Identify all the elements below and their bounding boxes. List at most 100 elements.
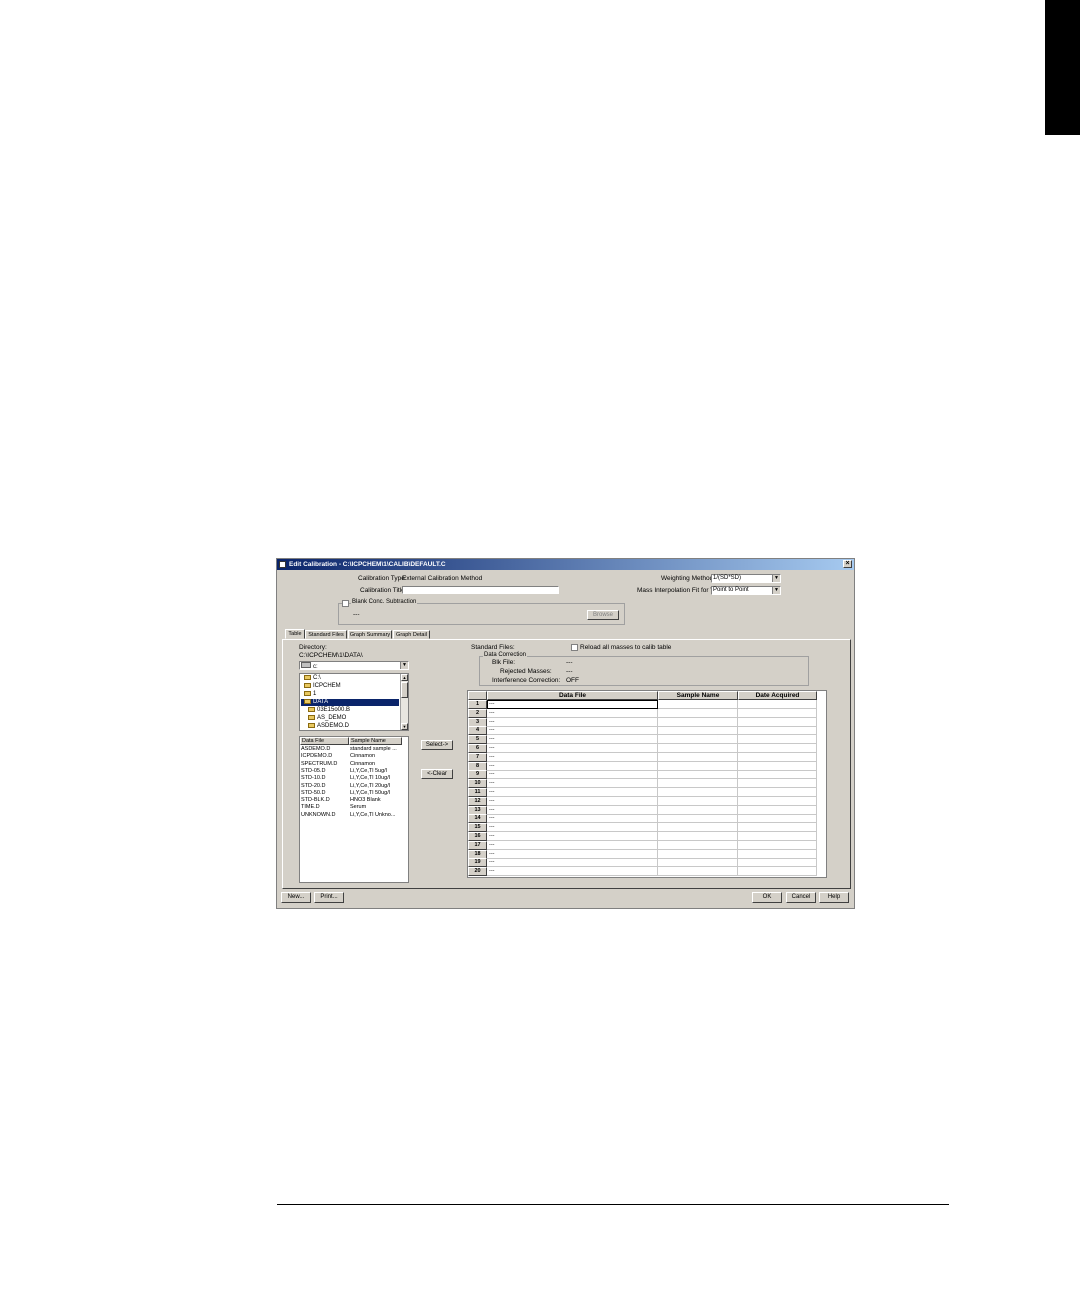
clear-button[interactable]: <-Clear [421,769,453,779]
grid-cell[interactable]: --- [487,708,658,718]
grid-cell[interactable]: --- [487,796,658,806]
grid-cell[interactable] [658,744,738,753]
file-list-sample-name[interactable]: Li,Y,Ce,Tl 5ug/l [350,768,405,775]
grid-cell[interactable]: --- [487,761,658,771]
grid-cell[interactable] [738,708,817,718]
grid-cell[interactable] [738,823,817,833]
file-list-sample-name[interactable]: Cinnamon [350,761,405,768]
file-list-sample-name[interactable]: standard sample ... [350,746,405,753]
grid-cell[interactable]: --- [487,779,658,789]
grid-cell[interactable] [658,708,738,718]
grid-row-number[interactable]: 8 [468,761,487,771]
grid-row-number[interactable]: 16 [468,832,487,841]
grid-cell[interactable] [738,752,817,762]
tree-item[interactable]: 1 [304,691,316,698]
grid-cell[interactable]: --- [487,858,658,868]
grid-cell[interactable] [658,840,738,850]
file-list-data-file[interactable]: TIME.D [301,804,349,811]
tree-item[interactable]: C:\ [304,675,321,682]
grid-row-number[interactable]: 18 [468,849,487,859]
file-list-sample-name[interactable]: Cinnamon [350,753,405,760]
grid-cell[interactable]: --- [487,752,658,762]
grid-cell[interactable] [738,867,817,877]
print-button[interactable]: Print... [314,892,344,903]
file-list-data-file[interactable]: UNKNOWN.D [301,812,349,819]
grid-cell[interactable]: --- [487,717,658,727]
file-list-data-file[interactable]: STD-05.D [301,768,349,775]
grid-cell[interactable] [738,700,817,709]
file-col-header-sample-name[interactable]: Sample Name [349,737,402,745]
file-list-sample-name[interactable]: Li,Y,Ce,Tl 20ug/l [350,783,405,790]
grid-cell[interactable]: --- [487,744,658,753]
grid-col-data-file[interactable]: Data File [487,691,658,700]
scroll-thumb[interactable] [401,682,408,698]
grid-cell[interactable]: --- [487,832,658,841]
grid-cell[interactable]: --- [487,788,658,797]
tree-item[interactable]: 03E15o00.B [308,707,350,714]
grid-cell[interactable] [658,867,738,877]
grid-row-number[interactable]: 3 [468,717,487,727]
grid-cell[interactable] [738,770,817,780]
file-list-data-file[interactable]: STD-BLK.D [301,797,349,804]
tree-item-selected[interactable]: DATA [301,699,399,706]
grid-cell[interactable] [658,779,738,789]
grid-row-number[interactable]: 1 [468,700,487,709]
select-button[interactable]: Select-> [421,740,453,750]
grid-cell[interactable] [738,858,817,868]
grid-row-number[interactable]: 4 [468,726,487,736]
grid-row-number[interactable]: 12 [468,796,487,806]
file-list-data-file[interactable]: ICPDEMO.D [301,753,349,760]
file-list-sample-name[interactable]: Li,Y,Ce,Tl 10ug/l [350,775,405,782]
file-list-sample-name[interactable]: Li,Y,Ce,Tl 50ug/l [350,790,405,797]
grid-cell[interactable] [658,849,738,859]
grid-row-number[interactable]: 15 [468,823,487,833]
grid-cell[interactable]: --- [487,700,658,709]
grid-cell[interactable] [658,832,738,841]
drive-select[interactable]: c: ▼ [299,661,409,670]
grid-cell[interactable]: --- [487,823,658,833]
grid-row-number[interactable]: 19 [468,858,487,868]
grid-cell[interactable] [658,823,738,833]
grid-cell[interactable] [658,752,738,762]
grid-cell[interactable] [658,770,738,780]
data-file-list[interactable]: Data File Sample Name ASDEMO.D standard s… [299,736,409,883]
grid-cell[interactable] [658,788,738,797]
grid-cell[interactable] [738,849,817,859]
new-button[interactable]: New... [281,892,311,903]
file-list-sample-name[interactable]: Serum [350,804,405,811]
grid-row-number[interactable]: 10 [468,779,487,789]
grid-cell[interactable]: --- [487,805,658,815]
reload-masses-checkbox[interactable] [571,644,578,651]
grid-cell[interactable] [658,735,738,745]
grid-cell[interactable]: --- [487,726,658,736]
standard-files-grid[interactable]: Data File Sample Name Date Acquired 1 ---… [467,690,827,878]
file-list-data-file[interactable]: STD-10.D [301,775,349,782]
grid-row-number[interactable]: 13 [468,805,487,815]
scroll-down-icon[interactable]: ▼ [401,723,408,730]
file-list-data-file[interactable]: STD-50.D [301,790,349,797]
ok-button[interactable]: OK [752,892,782,903]
grid-cell[interactable] [738,832,817,841]
file-list-data-file[interactable]: STD-20.D [301,783,349,790]
grid-row-number[interactable]: 14 [468,814,487,824]
grid-row-number[interactable]: 11 [468,788,487,797]
grid-cell[interactable] [658,796,738,806]
grid-cell[interactable] [738,744,817,753]
grid-cell[interactable] [738,814,817,824]
grid-cell[interactable] [738,788,817,797]
grid-cell[interactable] [738,735,817,745]
tree-item[interactable]: ASDEMO.D [308,723,349,730]
grid-cell[interactable]: --- [487,735,658,745]
grid-row-number[interactable]: 7 [468,752,487,762]
grid-cell[interactable] [658,858,738,868]
grid-col-date-acquired[interactable]: Date Acquired [738,691,817,700]
grid-row-number[interactable]: 6 [468,744,487,753]
file-list-sample-name[interactable]: Li,Y,Ce,Tl Unkno... [350,812,405,819]
grid-cell[interactable] [658,805,738,815]
file-list-data-file[interactable]: ASDEMO.D [301,746,349,753]
grid-row-number[interactable]: 5 [468,735,487,745]
grid-cell[interactable] [658,717,738,727]
grid-cell[interactable] [738,761,817,771]
grid-cell[interactable] [738,779,817,789]
grid-cell[interactable]: --- [487,814,658,824]
